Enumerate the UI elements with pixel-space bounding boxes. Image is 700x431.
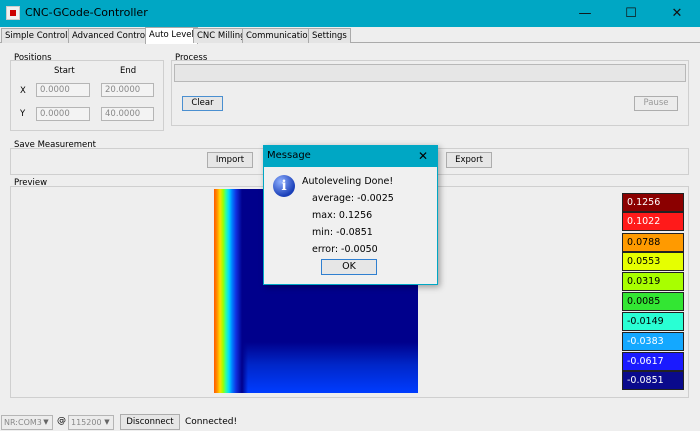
dialog-error: error: -0.0050	[312, 244, 378, 255]
legend-item: -0.0149	[622, 312, 684, 331]
tab-simple-controls[interactable]: Simple Controls	[1, 28, 76, 43]
minimize-button[interactable]: —	[562, 0, 608, 27]
import-button[interactable]: Import	[207, 152, 253, 168]
preview-title: Preview	[14, 178, 48, 188]
dialog-max: max: 0.1256	[312, 210, 373, 221]
connection-status: Connected!	[185, 417, 238, 427]
tab-bar: Simple Controls Advanced Controls Auto L…	[0, 27, 700, 44]
positions-title: Positions	[14, 53, 52, 63]
process-progress-bar	[174, 64, 686, 82]
app-icon	[6, 6, 20, 20]
at-label: @	[57, 416, 66, 426]
legend-item: 0.0319	[622, 272, 684, 291]
maximize-button[interactable]: ☐	[608, 0, 654, 27]
start-column-label: Start	[54, 66, 75, 76]
chevron-down-icon: ▼	[43, 418, 49, 426]
title-bar[interactable]: CNC-GCode-Controller — ☐ ✕	[0, 0, 700, 27]
y-start-field[interactable]: 0.0000	[36, 107, 90, 121]
legend-item: 0.1022	[622, 212, 684, 231]
x-row-label: X	[20, 86, 26, 96]
legend-item: 0.0085	[622, 292, 684, 311]
chevron-down-icon: ▼	[104, 418, 110, 426]
x-start-field[interactable]: 0.0000	[36, 83, 90, 97]
message-dialog: Message ✕ i Autoleveling Done! average: …	[263, 145, 438, 285]
close-icon: ✕	[417, 149, 429, 163]
port-select[interactable]: NR:COM3 ▼	[1, 415, 53, 430]
dialog-heading: Autoleveling Done!	[302, 176, 394, 187]
tab-settings[interactable]: Settings	[308, 28, 351, 43]
dialog-min: min: -0.0851	[312, 227, 373, 238]
close-icon: ✕	[671, 6, 683, 21]
info-icon: i	[273, 175, 295, 197]
tab-auto-level[interactable]: Auto Level	[145, 27, 198, 44]
tab-advanced-controls[interactable]: Advanced Controls	[68, 28, 156, 43]
disconnect-button[interactable]: Disconnect	[120, 414, 180, 430]
legend-item: -0.0383	[622, 332, 684, 351]
baud-value: 115200	[71, 418, 102, 427]
legend-item: 0.1256	[622, 193, 684, 212]
ok-button[interactable]: OK	[321, 259, 377, 275]
port-value: NR:COM3	[4, 418, 42, 427]
end-column-label: End	[120, 66, 137, 76]
close-window-button[interactable]: ✕	[654, 0, 700, 27]
window-title: CNC-GCode-Controller	[25, 6, 148, 19]
x-end-field[interactable]: 20.0000	[101, 83, 154, 97]
y-end-field[interactable]: 40.0000	[101, 107, 154, 121]
maximize-icon: ☐	[625, 6, 637, 21]
legend-item: -0.0617	[622, 352, 684, 371]
legend-item: 0.0788	[622, 233, 684, 252]
export-button[interactable]: Export	[446, 152, 492, 168]
process-title: Process	[175, 53, 208, 63]
legend-item: 0.0553	[622, 252, 684, 271]
save-measurement-title: Save Measurement	[14, 140, 96, 150]
y-row-label: Y	[20, 109, 26, 119]
clear-button[interactable]: Clear	[182, 96, 223, 111]
dialog-title-bar[interactable]: Message ✕	[264, 146, 437, 167]
dialog-average: average: -0.0025	[312, 193, 394, 204]
tab-communication[interactable]: Communication	[242, 28, 317, 43]
dialog-title: Message	[267, 150, 311, 161]
pause-button[interactable]: Pause	[634, 96, 678, 111]
dialog-close-button[interactable]: ✕	[414, 148, 432, 164]
minimize-icon: —	[578, 6, 592, 21]
legend-item: -0.0851	[622, 371, 684, 390]
baud-select[interactable]: 115200 ▼	[68, 415, 114, 430]
